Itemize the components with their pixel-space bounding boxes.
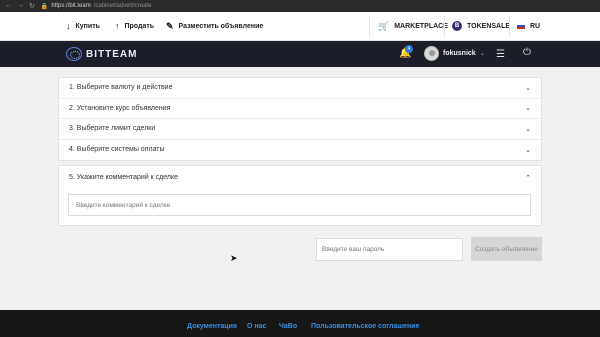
power-icon[interactable]: ⏻ [523,47,531,58]
marketplace-link[interactable]: 🛒 MARKETPLACE [378,21,448,32]
step-rate[interactable]: 2. Установите курс объявления ⌄ [59,99,541,119]
step-currency[interactable]: 1. Выберите валюту и действие ⌄ [59,78,541,99]
chevron-down-icon: ⌄ [525,105,531,113]
buy-label: Купить [75,22,100,30]
place-ad-link[interactable]: ✎ Разместить объявление [166,20,264,31]
chevron-down-icon: ⌄ [525,125,531,133]
sell-label: Продать [124,22,155,30]
arrow-up-icon: ↑ [115,20,120,31]
footer: Документация О нас ЧаВо Пользовательское… [0,310,600,337]
flag-ru-icon [517,23,525,29]
password-input[interactable] [316,238,463,261]
reload-icon[interactable]: ↻ [29,2,35,10]
arrow-down-icon: ↓ [66,20,71,31]
address-bar[interactable]: 🔒 https://bit.team/cabinet/advert/create [41,3,152,10]
mouse-cursor-icon: ➤ [230,253,238,263]
lock-icon: 🔒 [40,3,49,10]
logo[interactable]: BITTEAM [66,47,137,61]
divider [444,16,445,37]
language-label: RU [530,22,541,30]
notifications-button[interactable]: 🔔 4 [399,45,413,59]
back-icon[interactable]: ← [5,2,12,10]
pencil-icon: ✎ [166,20,174,31]
username: fokusnick [443,50,476,57]
url-host: https://bit.team [51,3,91,9]
chevron-down-icon: ⌄ [479,51,485,57]
user-menu[interactable]: fokusnick ⌄ [424,46,485,61]
cart-icon: 🛒 [378,20,390,31]
forward-icon[interactable]: → [17,2,24,10]
comment-input[interactable] [68,194,531,216]
buy-link[interactable]: ↓ Купить [66,20,100,31]
url-path: /cabinet/advert/create [93,3,152,9]
step-label: 4. Выберите системы оплаты [69,146,165,154]
language-switcher[interactable]: RU [517,23,540,30]
logo-icon [66,47,82,61]
footer-link-terms[interactable]: Пользовательское соглашение [311,323,419,330]
footer-link-faq[interactable]: ЧаВо [279,323,297,330]
chevron-down-icon: ⌄ [525,146,531,154]
tokensale-label: TOKENSALE [467,22,511,30]
footer-link-docs[interactable]: Документация [187,323,237,330]
step-label: 2. Установите курс объявления [69,104,171,112]
browser-nav: ← → ↻ [0,2,35,10]
comment-step-panel: 5. Укажите комментарий к сделке ⌃ [58,165,542,226]
marketplace-label: MARKETPLACE [394,22,448,30]
tokensale-icon: B [452,21,462,31]
top-action-bar: ↓ Купить ↑ Продать ✎ Разместить объявлен… [0,12,600,41]
step-payment[interactable]: 4. Выберите системы оплаты ⌄ [59,140,541,161]
divider [369,16,370,37]
step-limit[interactable]: 3. Выберите лимит сделки ⌄ [59,119,541,140]
create-advert-button[interactable]: Создать объявление [471,237,542,261]
step-label: 1. Выберите валюту и действие [69,84,173,92]
avatar [424,46,439,61]
chevron-up-icon: ⌃ [525,174,531,182]
notification-badge: 4 [405,45,413,53]
menu-icon[interactable]: ☰ [496,49,505,60]
sell-link[interactable]: ↑ Продать [115,20,155,31]
browser-chrome: ← → ↻ 🔒 https://bit.team/cabinet/advert/… [0,0,600,12]
logo-text: BITTEAM [86,48,138,60]
step-label: 5. Укажите комментарий к сделке [69,174,179,181]
chevron-down-icon: ⌄ [525,84,531,92]
advert-steps-panel: 1. Выберите валюту и действие ⌄ 2. Устан… [58,77,542,161]
main-header: BITTEAM 🔔 4 fokusnick ⌄ ☰ ⏻ [0,41,600,67]
divider [509,16,510,37]
step-comment[interactable]: 5. Укажите комментарий к сделке ⌃ [59,166,541,189]
step-label: 3. Выберите лимит сделки [69,125,156,133]
footer-link-about[interactable]: О нас [247,323,266,330]
tokensale-link[interactable]: B TOKENSALE [452,21,510,31]
place-ad-label: Разместить объявление [178,22,264,30]
